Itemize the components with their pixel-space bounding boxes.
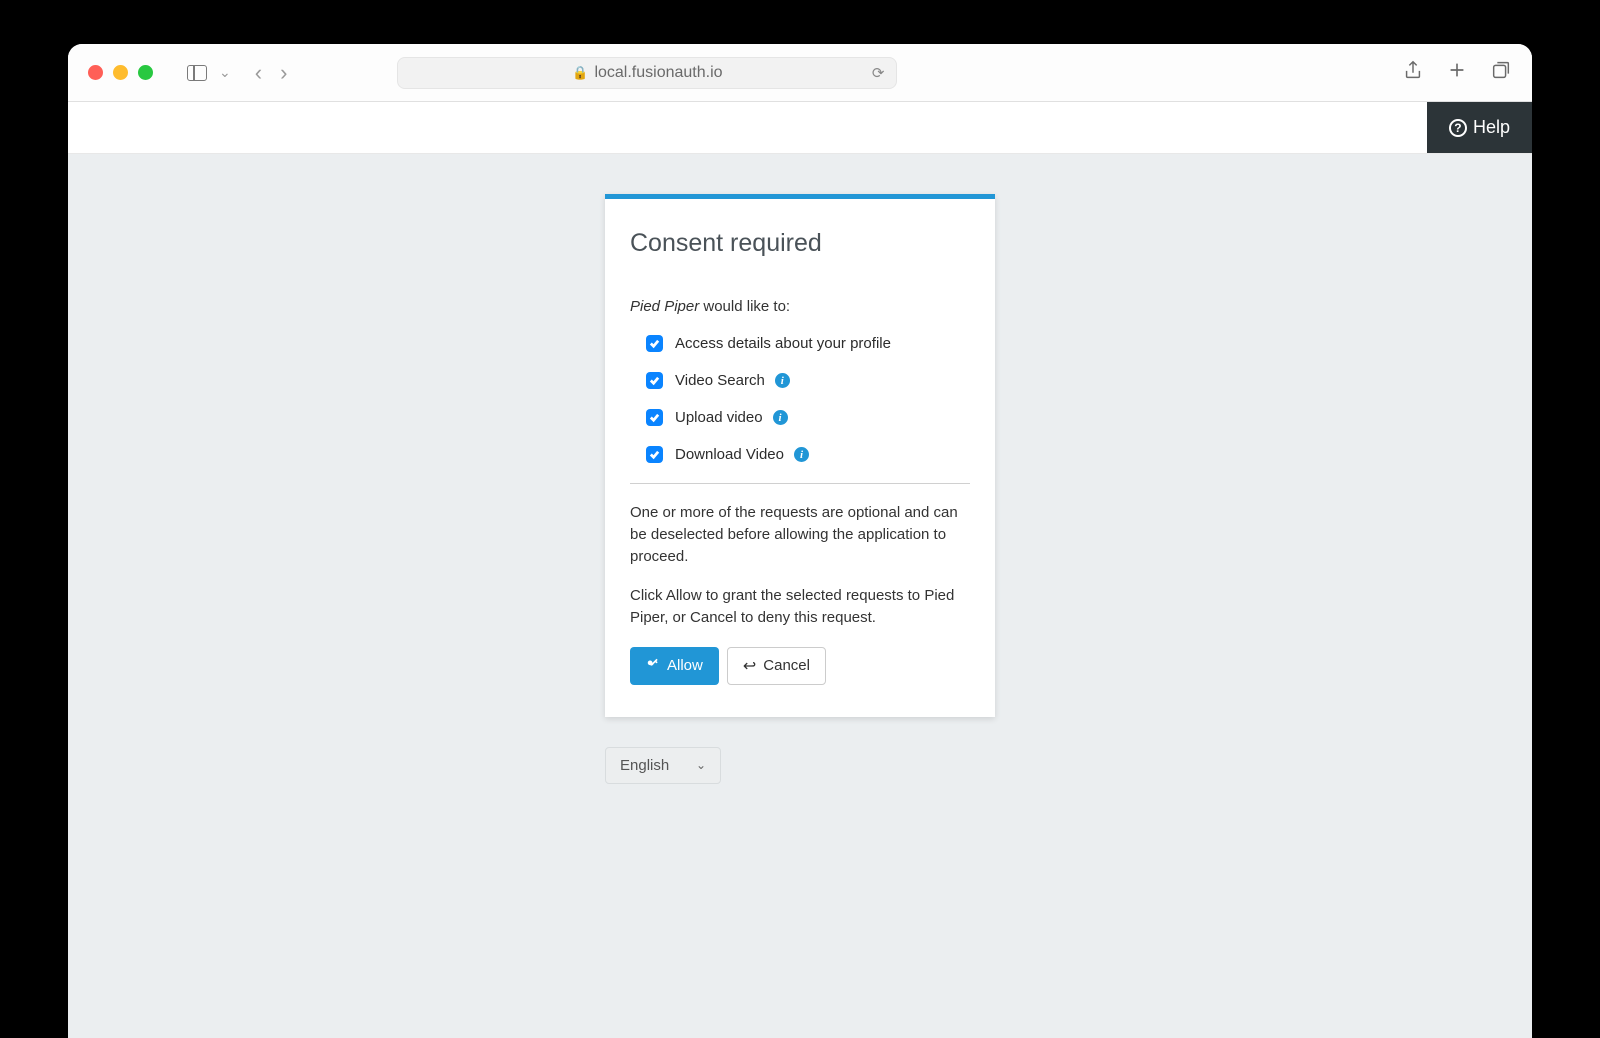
consent-item: Download Video i <box>646 446 970 463</box>
info-icon[interactable]: i <box>775 373 790 388</box>
cancel-button[interactable]: ↩ Cancel <box>727 647 826 685</box>
reply-icon: ↩ <box>743 656 756 676</box>
help-label: Help <box>1473 117 1510 138</box>
nav-arrows: ‹ › <box>255 62 288 84</box>
checkbox[interactable] <box>646 335 663 352</box>
key-icon <box>646 657 660 674</box>
consent-card: Consent required Pied Piper would like t… <box>605 194 995 717</box>
divider <box>630 483 970 484</box>
language-select[interactable]: English ⌄ <box>605 747 721 784</box>
sidebar-toggle-button[interactable] <box>183 59 211 87</box>
intro-suffix: would like to: <box>699 298 790 315</box>
allow-label: Allow <box>667 657 703 674</box>
back-button[interactable]: ‹ <box>255 62 262 84</box>
url-text: local.fusionauth.io <box>594 64 722 82</box>
lock-icon: 🔒 <box>572 65 588 81</box>
consent-intro: Pied Piper would like to: <box>630 298 970 315</box>
url-bar[interactable]: 🔒 local.fusionauth.io ⟳ <box>397 57 897 89</box>
page-body: Consent required Pied Piper would like t… <box>68 154 1532 1038</box>
traffic-lights <box>88 65 153 80</box>
checkbox[interactable] <box>646 409 663 426</box>
checkbox[interactable] <box>646 372 663 389</box>
sidebar-toggle-group: ⌄ <box>183 59 231 87</box>
help-icon: ? <box>1449 119 1467 137</box>
forward-button[interactable]: › <box>280 62 287 84</box>
new-tab-button[interactable] <box>1446 59 1468 86</box>
consent-title: Consent required <box>630 229 970 258</box>
consent-item-label: Video Search <box>675 372 765 389</box>
consent-item: Video Search i <box>646 372 970 389</box>
consent-item: Upload video i <box>646 409 970 426</box>
app-name: Pied Piper <box>630 298 699 315</box>
info-icon[interactable]: i <box>794 447 809 462</box>
chevron-down-icon: ⌄ <box>696 758 706 772</box>
cancel-label: Cancel <box>763 657 810 674</box>
chevron-down-icon[interactable]: ⌄ <box>219 64 231 81</box>
allow-button[interactable]: Allow <box>630 647 719 685</box>
consent-item: Access details about your profile <box>646 335 970 352</box>
browser-window: ⌄ ‹ › 🔒 local.fusionauth.io ⟳ ? Help <box>68 44 1532 1038</box>
help-button[interactable]: ? Help <box>1427 102 1532 153</box>
minimize-window-button[interactable] <box>113 65 128 80</box>
right-toolbar <box>1402 59 1512 86</box>
language-selected: English <box>620 757 669 774</box>
app-header: ? Help <box>68 102 1532 154</box>
button-row: Allow ↩ Cancel <box>630 647 970 685</box>
checkbox[interactable] <box>646 446 663 463</box>
consent-item-label: Download Video <box>675 446 784 463</box>
consent-list: Access details about your profile Video … <box>630 335 970 463</box>
consent-item-label: Upload video <box>675 409 763 426</box>
consent-note-optional: One or more of the requests are optional… <box>630 502 970 567</box>
tabs-overview-button[interactable] <box>1490 59 1512 86</box>
browser-toolbar: ⌄ ‹ › 🔒 local.fusionauth.io ⟳ <box>68 44 1532 102</box>
sidebar-icon <box>187 65 207 81</box>
share-button[interactable] <box>1402 59 1424 86</box>
consent-item-label: Access details about your profile <box>675 335 891 352</box>
maximize-window-button[interactable] <box>138 65 153 80</box>
close-window-button[interactable] <box>88 65 103 80</box>
info-icon[interactable]: i <box>773 410 788 425</box>
reload-button[interactable]: ⟳ <box>872 64 885 82</box>
consent-note-instruction: Click Allow to grant the selected reques… <box>630 585 970 629</box>
